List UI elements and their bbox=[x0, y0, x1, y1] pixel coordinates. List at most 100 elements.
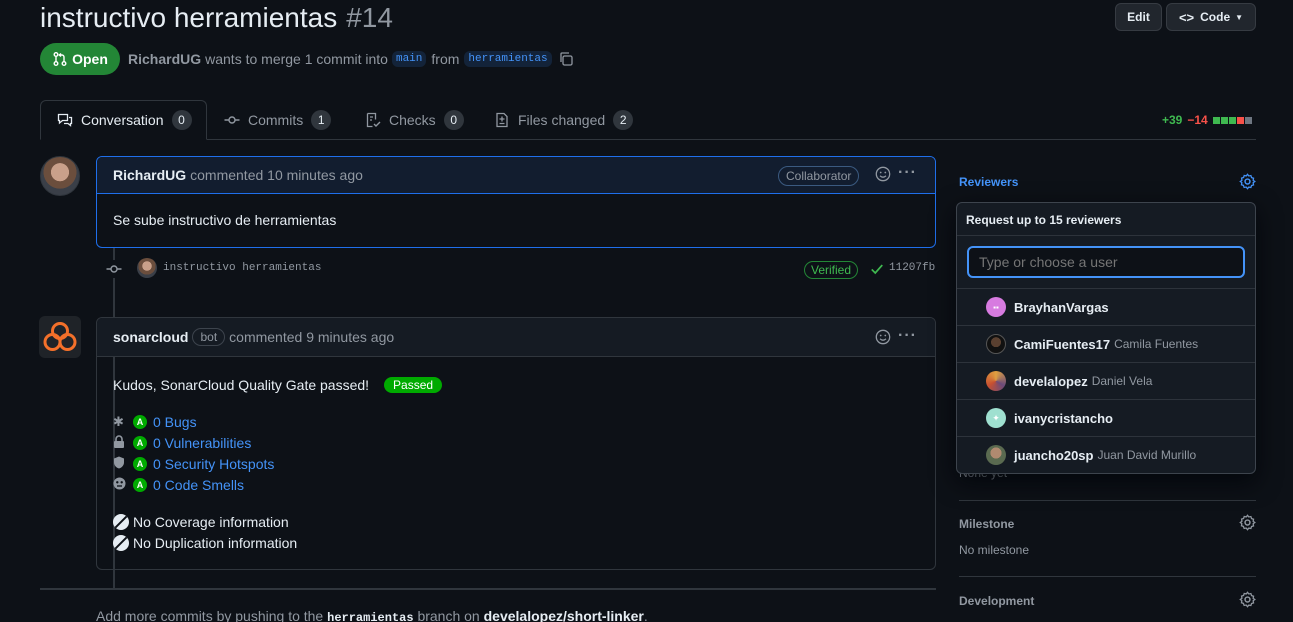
comment-meta[interactable]: commented 9 minutes ago bbox=[229, 329, 394, 345]
metric-bugs: ✱ A 0 Bugs bbox=[113, 413, 197, 431]
smiley-icon[interactable] bbox=[875, 166, 891, 185]
shield-icon bbox=[113, 456, 129, 472]
security-hotspots-link[interactable]: 0 Security Hotspots bbox=[153, 456, 274, 472]
tab-commits[interactable]: Commits 1 bbox=[224, 100, 332, 140]
code-icon: <> bbox=[1178, 9, 1195, 25]
reviewer-option[interactable]: juancho20sp Juan David Murillo bbox=[957, 436, 1255, 473]
avatar[interactable] bbox=[40, 156, 80, 196]
diffstat-deletions: −14 bbox=[1187, 113, 1208, 127]
grade-a-badge: A bbox=[133, 436, 147, 450]
reviewer-option[interactable]: ▪▪ BrayhanVargas bbox=[957, 288, 1255, 325]
tab-checks[interactable]: Checks 0 bbox=[365, 100, 464, 140]
avatar: ✦ bbox=[986, 408, 1006, 428]
quality-gate-text: Kudos, SonarCloud Quality Gate passed! bbox=[113, 377, 370, 393]
grade-a-badge: A bbox=[133, 478, 147, 492]
bug-icon: ✱ bbox=[113, 414, 124, 429]
gear-icon[interactable] bbox=[1239, 173, 1256, 193]
comment-author[interactable]: RichardUG bbox=[113, 167, 186, 183]
duplication-info: No Duplication information bbox=[113, 534, 297, 552]
tab-files-changed[interactable]: Files changed 2 bbox=[494, 100, 634, 140]
milestone-value: No milestone bbox=[959, 543, 1030, 557]
pr-merge-summary: RichardUG wants to merge 1 commit into m… bbox=[128, 49, 574, 69]
development-heading[interactable]: Development bbox=[959, 594, 1034, 608]
code-smell-icon bbox=[113, 477, 129, 493]
comment-meta[interactable]: commented 10 minutes ago bbox=[190, 167, 363, 183]
check-icon[interactable] bbox=[870, 262, 884, 279]
avatar[interactable] bbox=[137, 258, 157, 278]
git-commit-icon bbox=[105, 260, 123, 278]
no-data-icon bbox=[113, 535, 129, 551]
passed-badge: Passed bbox=[384, 377, 443, 393]
verified-badge[interactable]: Verified bbox=[804, 261, 859, 279]
head-branch[interactable]: herramientas bbox=[464, 51, 552, 67]
lock-icon bbox=[113, 435, 129, 451]
pr-title: instructivo herramientas bbox=[40, 2, 338, 33]
git-commit-icon bbox=[224, 116, 240, 124]
reviewer-option[interactable]: develalopez Daniel Vela bbox=[957, 362, 1255, 399]
collaborator-badge: Collaborator bbox=[778, 166, 860, 186]
no-data-icon bbox=[113, 514, 129, 530]
reviewers-heading[interactable]: Reviewers bbox=[959, 175, 1018, 189]
comment-card: sonarcloud bot commented 9 minutes ago ·… bbox=[96, 317, 936, 570]
coverage-info: No Coverage information bbox=[113, 513, 289, 531]
reviewer-search-input[interactable] bbox=[967, 246, 1245, 278]
commit-sha[interactable]: 11207fb bbox=[889, 262, 935, 274]
checklist-icon bbox=[366, 112, 381, 128]
grade-a-badge: A bbox=[133, 457, 147, 471]
reviewer-option[interactable]: CamiFuentes17 Camila Fuentes bbox=[957, 325, 1255, 362]
pr-title-row: instructivo herramientas #14 bbox=[40, 0, 393, 36]
sidebar-divider bbox=[959, 576, 1256, 577]
timeline-divider bbox=[40, 588, 936, 590]
file-diff-icon bbox=[496, 112, 508, 128]
triangle-down-icon: ▼ bbox=[1235, 12, 1244, 22]
code-button[interactable]: <> Code ▼ bbox=[1166, 3, 1256, 31]
copy-icon[interactable] bbox=[558, 51, 574, 67]
reviewer-menu-title: Request up to 15 reviewers bbox=[966, 213, 1122, 227]
avatar bbox=[986, 371, 1006, 391]
comment-header: sonarcloud bot commented 9 minutes ago ·… bbox=[97, 318, 935, 357]
bot-badge: bot bbox=[192, 328, 226, 346]
diffstat-additions: +39 bbox=[1162, 113, 1183, 127]
divider bbox=[957, 235, 1255, 236]
sonarcloud-avatar[interactable] bbox=[39, 316, 81, 358]
kebab-horizontal-icon[interactable]: ··· bbox=[898, 164, 917, 182]
grade-a-badge: A bbox=[133, 415, 147, 429]
sonarcloud-logo-icon bbox=[43, 322, 77, 351]
branch-name: herramientas bbox=[327, 611, 414, 622]
metric-hotspots: A 0 Security Hotspots bbox=[113, 455, 274, 473]
avatar bbox=[986, 334, 1006, 354]
kebab-horizontal-icon[interactable]: ··· bbox=[898, 327, 917, 345]
bugs-link[interactable]: 0 Bugs bbox=[153, 414, 197, 430]
sidebar-divider bbox=[959, 500, 1256, 501]
pr-author-link[interactable]: RichardUG bbox=[128, 51, 201, 67]
comment-body: Se sube instructivo de herramientas bbox=[113, 212, 337, 228]
push-hint: Add more commits by pushing to the herra… bbox=[96, 608, 648, 622]
commit-message[interactable]: instructivo herramientas bbox=[163, 262, 321, 274]
avatar: ▪▪ bbox=[986, 297, 1006, 317]
comment-discussion-icon bbox=[57, 113, 73, 127]
pr-number: #14 bbox=[346, 2, 393, 33]
smiley-icon[interactable] bbox=[875, 329, 891, 348]
base-branch[interactable]: main bbox=[391, 51, 427, 67]
vulnerabilities-link[interactable]: 0 Vulnerabilities bbox=[153, 435, 251, 451]
gear-icon[interactable] bbox=[1239, 591, 1256, 611]
comment-card: RichardUG commented 10 minutes ago Colla… bbox=[96, 156, 936, 248]
tabs-underline bbox=[40, 139, 1256, 140]
tab-conversation[interactable]: Conversation 0 bbox=[57, 100, 192, 140]
milestone-heading[interactable]: Milestone bbox=[959, 517, 1014, 531]
metric-vulnerabilities: A 0 Vulnerabilities bbox=[113, 434, 251, 452]
avatar bbox=[986, 445, 1006, 465]
git-pull-request-icon bbox=[53, 52, 67, 66]
pr-state-badge: Open bbox=[40, 43, 120, 75]
comment-body: Kudos, SonarCloud Quality Gate passed! P… bbox=[97, 357, 935, 569]
repo-link[interactable]: develalopez/short-linker bbox=[484, 608, 644, 622]
reviewer-option[interactable]: ✦ ivanycristancho bbox=[957, 399, 1255, 436]
comment-author[interactable]: sonarcloud bbox=[113, 329, 188, 345]
diffstat: +39 −14 bbox=[1162, 112, 1253, 128]
gear-icon[interactable] bbox=[1239, 514, 1256, 534]
code-smells-link[interactable]: 0 Code Smells bbox=[153, 477, 244, 493]
edit-button[interactable]: Edit bbox=[1115, 3, 1162, 31]
comment-header: RichardUG commented 10 minutes ago Colla… bbox=[97, 157, 935, 194]
diffstat-bar bbox=[1212, 116, 1253, 124]
metric-code-smells: A 0 Code Smells bbox=[113, 476, 244, 494]
